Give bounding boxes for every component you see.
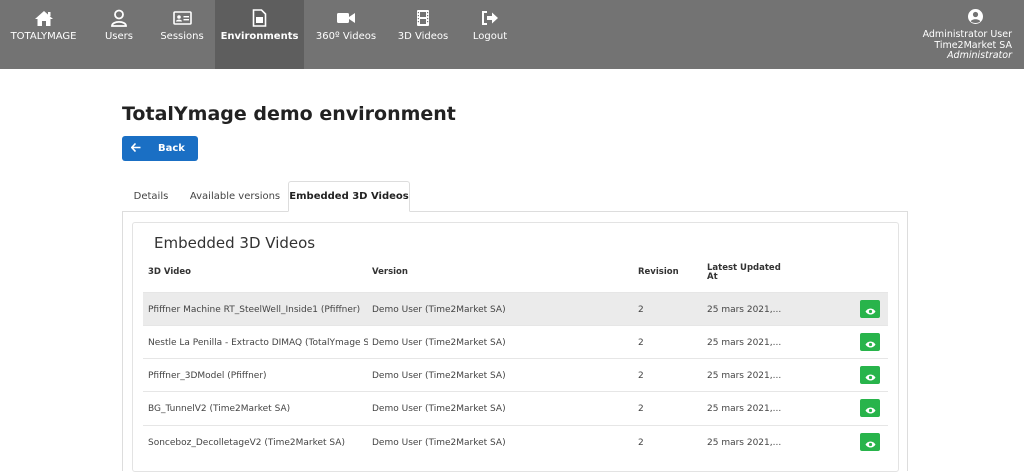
view-button[interactable] [860,300,880,318]
cell-revision: 2 [638,403,644,414]
cell-version: Demo User (Time2Market SA) [372,304,506,315]
cell-video: Pfiffner Machine RT_SteelWell_Inside1 (P… [148,304,361,315]
file-icon [250,9,270,27]
page-title: TotalYmage demo environment [122,103,456,125]
cell-video: Sonceboz_DecolletageV2 (Time2Market SA) [148,437,345,448]
user-circle-icon [902,8,1012,25]
cell-updated: 25 mars 2021,... [707,370,782,381]
eye-icon [865,433,876,452]
nav-item-logout[interactable]: Logout [470,0,510,69]
cell-updated: 25 mars 2021,... [707,437,782,448]
nav-item-label: 3D Videos [397,31,449,42]
tab-available-versions[interactable]: Available versions [188,181,282,212]
nav-item-sessions[interactable]: Sessions [154,0,210,69]
column-header-revision: Revision [638,267,679,277]
nav-item-label: Environments [220,31,299,42]
video-camera-icon [336,9,356,27]
user-menu[interactable]: Administrator User Time2Market SA Admini… [902,8,1012,62]
id-card-icon [172,9,192,27]
view-button[interactable] [860,333,880,351]
header-line-1: Latest Updated [707,263,781,273]
column-header-latest-updated: Latest Updated At [707,264,781,282]
nav-item-environments[interactable]: Environments [215,0,304,69]
user-icon [109,9,129,27]
header-line-2: At [707,272,718,282]
eye-icon [865,399,876,418]
nav-item-3d-videos[interactable]: 3D Videos [394,0,452,69]
cell-video: Pfiffner_3DModel (Pfiffner) [148,370,267,381]
cell-revision: 2 [638,304,644,315]
cell-video: BG_TunnelV2 (Time2Market SA) [148,403,291,414]
logout-icon [480,9,500,27]
back-button-label: Back [158,143,185,154]
top-navbar: TOTALYMAGE Users Sessions Environments 3… [0,0,1024,69]
film-icon [413,9,433,27]
user-role: Administrator [947,50,1012,61]
nav-item-label: Logout [472,31,508,42]
nav-item-label: 360º Videos [315,31,377,42]
nav-item-label: Sessions [160,31,204,42]
cell-version: Demo User (Time2Market SA) [372,337,506,348]
table-row: Pfiffner Machine RT_SteelWell_Inside1 (P… [143,292,888,325]
cell-video: Nestle La Penilla - Extracto DIMAQ (Tota… [148,337,368,348]
nav-item-label: Users [104,31,133,42]
view-button[interactable] [860,433,880,451]
cell-updated: 25 mars 2021,... [707,403,782,414]
back-button[interactable]: Back [122,136,198,161]
table-row: BG_TunnelV2 (Time2Market SA) Demo User (… [143,391,888,424]
cell-updated: 25 mars 2021,... [707,304,782,315]
cell-revision: 2 [638,337,644,348]
table-row: Nestle La Penilla - Extracto DIMAQ (Tota… [143,325,888,358]
home-icon [34,9,54,27]
arrow-left-icon [130,142,141,155]
eye-icon [865,333,876,352]
table-row: Sonceboz_DecolletageV2 (Time2Market SA) … [143,425,888,458]
column-header-3d-video: 3D Video [148,267,191,277]
view-button[interactable] [860,366,880,384]
cell-version: Demo User (Time2Market SA) [372,403,506,414]
cell-revision: 2 [638,370,644,381]
eye-icon [865,366,876,385]
user-name: Administrator User [922,29,1012,40]
nav-item-totalymage[interactable]: TOTALYMAGE [0,0,87,69]
cell-updated: 25 mars 2021,... [707,337,782,348]
cell-version: Demo User (Time2Market SA) [372,370,506,381]
tab-embedded-3d-videos[interactable]: Embedded 3D Videos [288,181,410,212]
cell-version: Demo User (Time2Market SA) [372,437,506,448]
view-button[interactable] [860,399,880,417]
tabs: Details Available versions Embedded 3D V… [122,181,908,212]
card-title: Embedded 3D Videos [154,234,316,252]
eye-icon [865,300,876,319]
column-header-version: Version [372,267,408,277]
tab-details[interactable]: Details [122,181,180,212]
nav-item-360-videos[interactable]: 360º Videos [314,0,378,69]
cell-revision: 2 [638,437,644,448]
nav-item-users[interactable]: Users [94,0,144,69]
table-row: Pfiffner_3DModel (Pfiffner) Demo User (T… [143,358,888,391]
nav-item-label: TOTALYMAGE [10,31,77,42]
